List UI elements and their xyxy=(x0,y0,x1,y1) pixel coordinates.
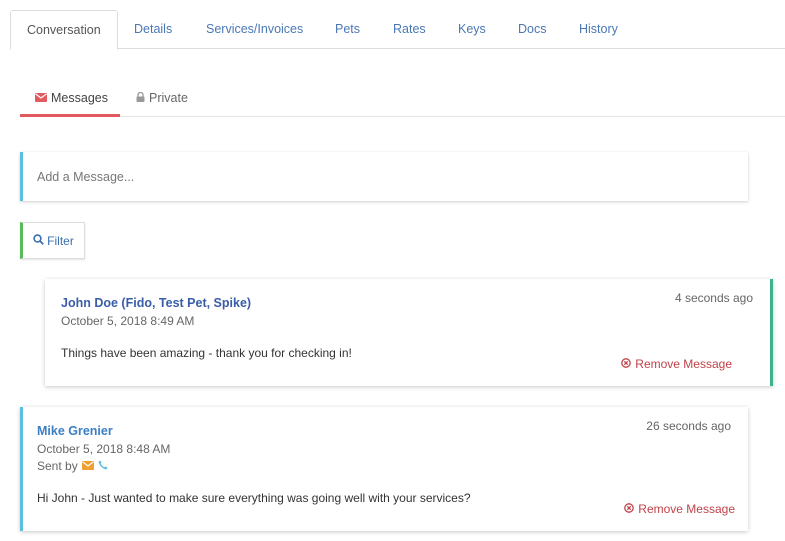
envelope-icon xyxy=(81,459,94,473)
message-composer xyxy=(20,152,748,201)
remove-circle-icon xyxy=(624,502,635,516)
tab-history[interactable]: History xyxy=(563,10,634,49)
tab-conversation[interactable]: Conversation xyxy=(10,10,118,50)
tab-details[interactable]: Details xyxy=(118,10,188,49)
tab-pets[interactable]: Pets xyxy=(319,10,376,49)
message-body: Hi John - Just wanted to make sure every… xyxy=(37,491,471,505)
subtab-messages[interactable]: Messages xyxy=(20,80,120,117)
envelope-icon xyxy=(35,80,47,116)
subtab-messages-label: Messages xyxy=(51,91,108,105)
message-relative-time: 26 seconds ago xyxy=(646,419,731,433)
remove-message-button[interactable]: Remove Message xyxy=(621,357,732,371)
tab-keys[interactable]: Keys xyxy=(442,10,502,49)
filter-button[interactable]: Filter xyxy=(20,222,85,259)
sent-by: Sent by xyxy=(37,459,108,473)
message-body: Things have been amazing - thank you for… xyxy=(61,346,352,360)
message-subtabs: Messages Private xyxy=(20,80,785,117)
message-date: October 5, 2018 8:48 AM xyxy=(37,442,171,456)
message-author[interactable]: Mike Grenier xyxy=(37,424,113,438)
remove-message-label: Remove Message xyxy=(638,502,735,516)
tab-rates[interactable]: Rates xyxy=(377,10,442,49)
remove-message-button[interactable]: Remove Message xyxy=(624,502,735,516)
main-tabs: Conversation Details Services/Invoices P… xyxy=(10,10,785,50)
lock-icon xyxy=(136,80,145,116)
message-card: Mike Grenier October 5, 2018 8:48 AM Sen… xyxy=(20,407,748,531)
message-date: October 5, 2018 8:49 AM xyxy=(61,314,195,328)
tab-services-invoices[interactable]: Services/Invoices xyxy=(190,10,319,49)
message-card: John Doe (Fido, Test Pet, Spike) October… xyxy=(45,279,773,386)
tab-docs[interactable]: Docs xyxy=(502,10,562,49)
search-icon xyxy=(33,233,44,248)
phone-icon xyxy=(98,459,108,473)
filter-label: Filter xyxy=(47,233,74,248)
subtab-private[interactable]: Private xyxy=(136,80,188,117)
sent-by-label: Sent by xyxy=(37,459,78,473)
remove-message-label: Remove Message xyxy=(635,357,732,371)
message-author[interactable]: John Doe (Fido, Test Pet, Spike) xyxy=(61,296,251,310)
message-relative-time: 4 seconds ago xyxy=(674,291,753,305)
remove-circle-icon xyxy=(621,357,632,371)
add-message-input[interactable] xyxy=(23,152,748,201)
subtab-private-label: Private xyxy=(149,91,188,105)
